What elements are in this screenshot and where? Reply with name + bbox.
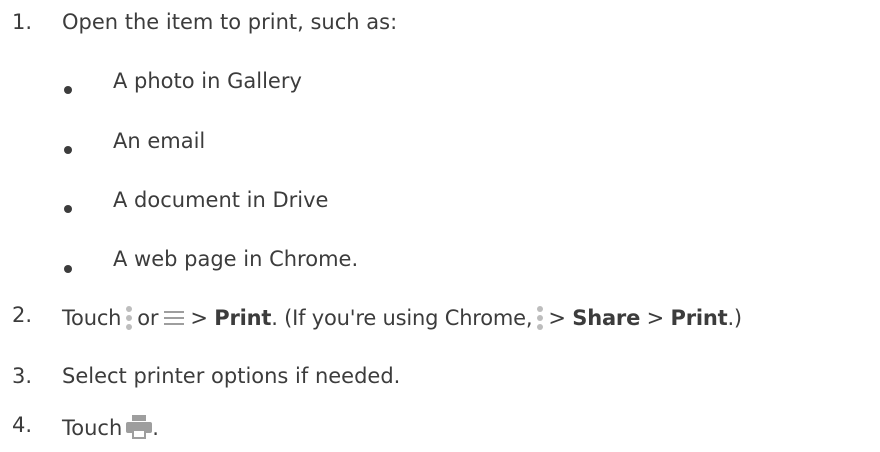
step-text: Touch or > Print. (If you're using Chrome,… bbox=[62, 305, 742, 331]
list-item: A photo in Gallery bbox=[113, 69, 302, 93]
bullet bbox=[64, 265, 72, 273]
list-item: A web page in Chrome. bbox=[113, 247, 359, 271]
gt-text: > bbox=[190, 306, 208, 330]
print-label: Print bbox=[214, 306, 272, 330]
gt-text: > bbox=[646, 306, 665, 330]
period-text: . bbox=[152, 416, 159, 440]
menu-icon bbox=[164, 311, 185, 325]
step-text: Select printer options if needed. bbox=[62, 364, 401, 388]
touch-text: Touch bbox=[62, 416, 123, 440]
end-text: .) bbox=[727, 306, 742, 330]
step-text: Open the item to print, such as: bbox=[62, 10, 398, 34]
more-vert-icon bbox=[537, 306, 544, 330]
chrome-note: . (If you're using Chrome, bbox=[271, 306, 533, 330]
touch-text: Touch bbox=[62, 306, 122, 330]
step-text: Touch. bbox=[62, 415, 159, 440]
step-number: 4. bbox=[12, 413, 33, 437]
step-number: 2. bbox=[12, 303, 33, 327]
list-item: A document in Drive bbox=[113, 188, 329, 212]
or-text: or bbox=[137, 306, 159, 330]
list-item: An email bbox=[113, 129, 206, 153]
bullet bbox=[64, 146, 72, 154]
bullet bbox=[64, 205, 72, 213]
more-vert-icon bbox=[126, 306, 133, 330]
print-icon bbox=[126, 415, 153, 439]
step-number: 3. bbox=[12, 364, 33, 388]
share-label: Share bbox=[572, 306, 641, 330]
bullet bbox=[64, 86, 72, 94]
print-label: Print bbox=[670, 306, 728, 330]
step-number: 1. bbox=[12, 10, 33, 34]
gt-text: > bbox=[548, 306, 566, 330]
